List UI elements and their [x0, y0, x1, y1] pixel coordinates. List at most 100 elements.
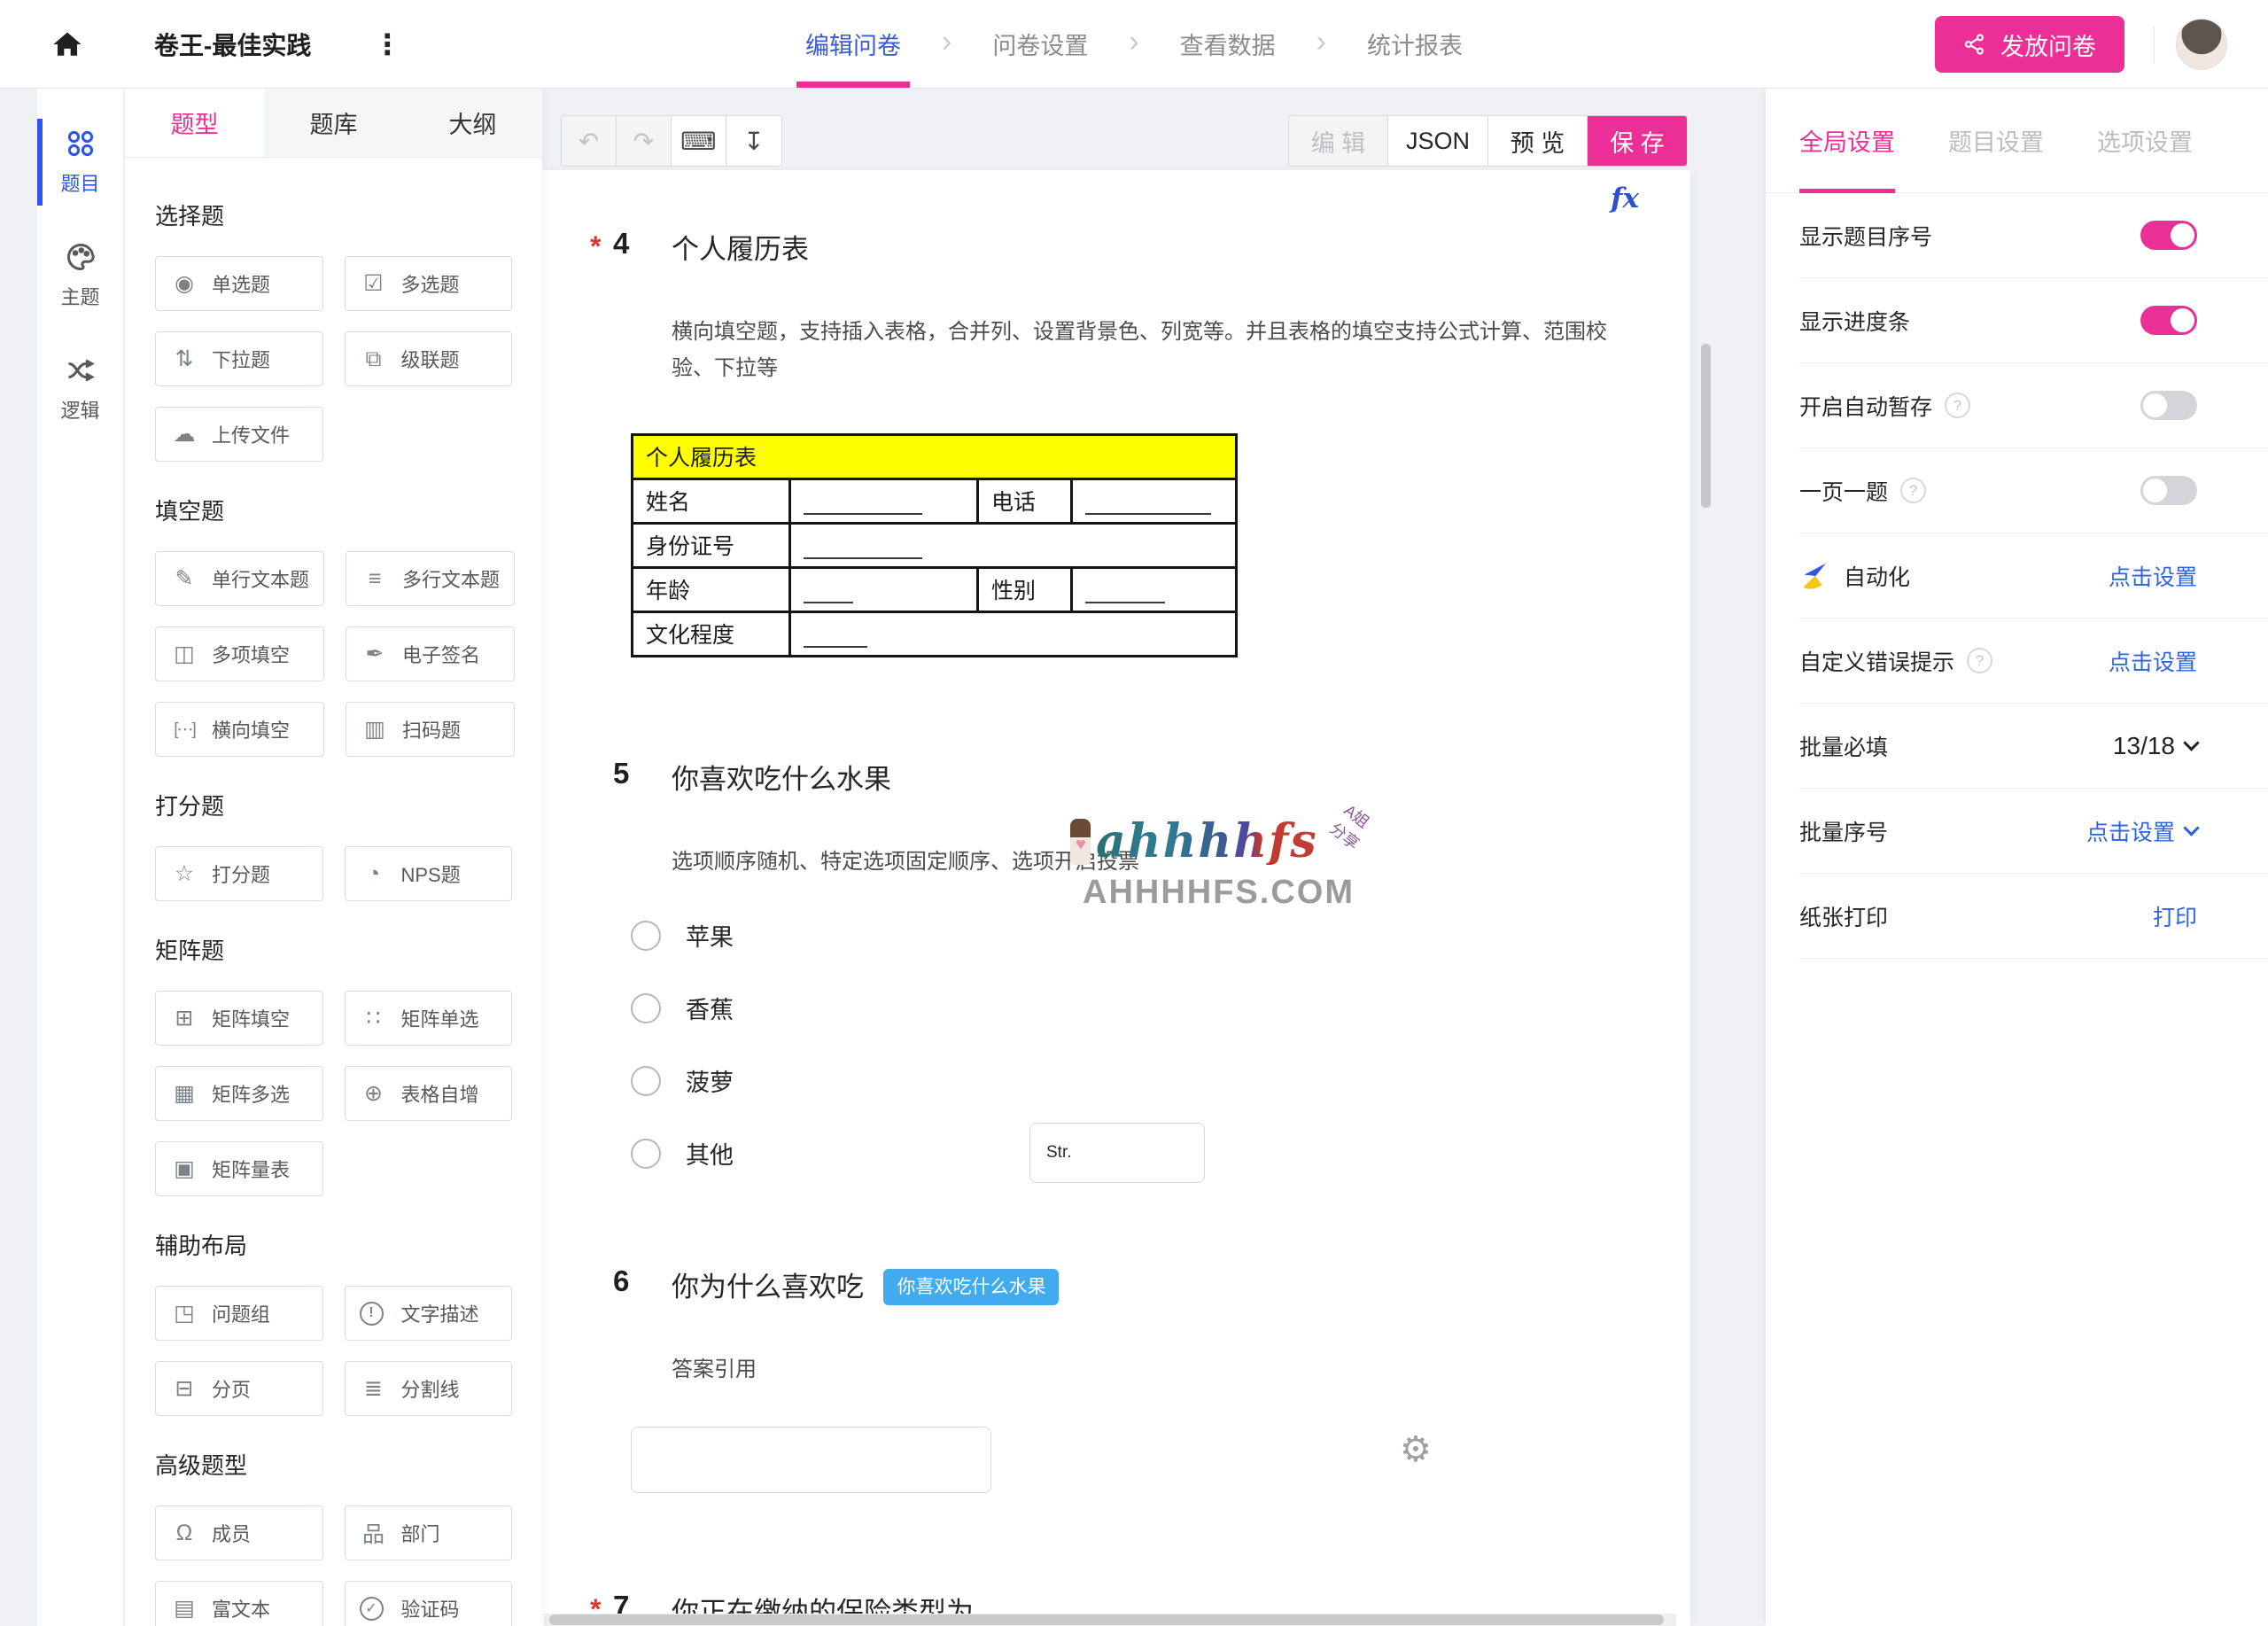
radio-icon[interactable]: [631, 992, 661, 1023]
batch-required-dropdown[interactable]: 13/18: [2113, 732, 2200, 760]
other-option-input[interactable]: Str.: [1029, 1122, 1205, 1183]
radio-icon[interactable]: [631, 920, 661, 951]
rail-item-logic[interactable]: 逻辑: [37, 349, 123, 429]
type-button-cascade[interactable]: ⧉ 级联题: [344, 331, 512, 386]
publish-survey-button[interactable]: 发放问卷: [1935, 16, 2124, 73]
type-button-dropdown[interactable]: ⇅ 下拉题: [155, 331, 323, 386]
home-icon: [53, 32, 82, 56]
option-row[interactable]: 香蕉: [631, 992, 1690, 1025]
type-button-matrix-scale[interactable]: ▣ 矩阵量表: [155, 1141, 323, 1196]
table-blank-cell[interactable]: [788, 521, 1238, 569]
type-button-rating[interactable]: ☆ 打分题: [155, 846, 323, 901]
type-button-horizontal-blank[interactable]: [⋯] 横向填空: [155, 702, 325, 757]
tab-question-types[interactable]: 题型: [125, 89, 264, 157]
mode-edit-button[interactable]: 编 辑: [1288, 116, 1388, 166]
toggle-auto-save[interactable]: [2140, 391, 2197, 420]
automation-setup-link[interactable]: 点击设置: [2109, 560, 2197, 592]
undo-button[interactable]: ↶: [562, 116, 617, 166]
type-button-single-choice[interactable]: ◉ 单选题: [155, 256, 323, 311]
option-row[interactable]: 菠萝: [631, 1064, 1690, 1098]
toggle-show-question-number[interactable]: [2140, 221, 2197, 250]
type-button-rich-text[interactable]: ▤ 富文本: [155, 1581, 323, 1626]
gear-icon[interactable]: ⚙: [1400, 1432, 1432, 1467]
toggle-show-progress-bar[interactable]: [2140, 306, 2197, 335]
option-row-other[interactable]: 其他 Str.: [631, 1122, 1690, 1183]
question-description: 答案引用: [672, 1357, 757, 1381]
help-icon[interactable]: ?: [1967, 648, 1993, 673]
section-title: 矩阵题: [155, 937, 225, 964]
mode-json-button[interactable]: JSON: [1387, 116, 1488, 166]
type-button-nps[interactable]: ◔ NPS题: [344, 846, 512, 901]
radio-icon[interactable]: [631, 1065, 661, 1096]
question-title[interactable]: 你喜欢吃什么水果: [672, 764, 891, 795]
type-button-single-line-text[interactable]: ✎ 单行文本题: [155, 551, 325, 606]
type-button-question-group[interactable]: ◳ 问题组: [155, 1286, 323, 1341]
type-button-signature[interactable]: ✒ 电子签名: [346, 626, 516, 681]
tab-survey-settings[interactable]: 问卷设置: [987, 0, 1093, 88]
chevron-down-icon: [2183, 735, 2200, 751]
question-title[interactable]: 你为什么喜欢吃: [672, 1272, 864, 1303]
rail-item-questions[interactable]: 题目: [37, 119, 123, 206]
answer-input[interactable]: [631, 1427, 991, 1494]
resume-table[interactable]: 个人履历表 姓名 电话 身份证号 年龄 性别 文化程度: [631, 432, 1238, 657]
type-button-file-upload[interactable]: ☁ 上传文件: [155, 407, 323, 462]
type-button-matrix-blank[interactable]: ⊞ 矩阵填空: [155, 991, 323, 1046]
tab-global-settings[interactable]: 全局设置: [1799, 89, 1895, 193]
question-6[interactable]: 6 你为什么喜欢吃 你喜欢吃什么水果 答案引用 ⚙: [542, 1264, 1690, 1494]
tab-edit-survey[interactable]: 编辑问卷: [796, 0, 911, 88]
mode-preview-button[interactable]: 预 览: [1488, 116, 1588, 166]
option-row[interactable]: 苹果: [631, 919, 1690, 953]
vertical-scrollbar[interactable]: [1701, 344, 1711, 508]
table-blank-cell[interactable]: [788, 610, 1238, 657]
import-button[interactable]: ↧: [726, 116, 781, 166]
tab-question-settings[interactable]: 题目设置: [1948, 89, 2044, 193]
shortcut-keyboard-button[interactable]: ⌨: [672, 116, 726, 166]
table-blank-cell[interactable]: [1070, 565, 1238, 613]
type-button-captcha[interactable]: ✓ 验证码: [344, 1581, 512, 1626]
divider: [2154, 27, 2155, 64]
table-blank-cell[interactable]: [1070, 477, 1238, 525]
pencil-icon: ✎: [175, 566, 194, 591]
rail-item-theme[interactable]: 主题: [37, 236, 123, 315]
type-button-multi-blank[interactable]: ◫ 多项填空: [155, 626, 325, 681]
type-button-divider-line[interactable]: ≣ 分割线: [344, 1361, 512, 1416]
horizontal-scrollbar[interactable]: [549, 1614, 1664, 1625]
print-link[interactable]: 打印: [2153, 900, 2197, 932]
table-blank-cell[interactable]: [788, 477, 979, 525]
type-button-member[interactable]: Ω 成员: [155, 1505, 323, 1560]
type-button-page-break[interactable]: ⊟ 分页: [155, 1361, 323, 1416]
help-icon[interactable]: ?: [1900, 478, 1927, 503]
redo-button[interactable]: ↷: [617, 116, 672, 166]
answer-reference-tag[interactable]: 你喜欢吃什么水果: [883, 1268, 1060, 1305]
tab-question-bank[interactable]: 题库: [264, 89, 403, 157]
tab-option-settings[interactable]: 选项设置: [2097, 89, 2193, 193]
type-button-text-description[interactable]: ! 文字描述: [344, 1286, 512, 1341]
radio-icon[interactable]: [631, 1138, 661, 1169]
type-button-auto-grow-table[interactable]: ⊕ 表格自增: [344, 1066, 512, 1121]
type-button-multi-line-text[interactable]: ≡ 多行文本题: [346, 551, 516, 606]
home-button[interactable]: [50, 27, 85, 62]
rich-text-icon: ▤: [174, 1596, 195, 1621]
redo-icon: ↷: [633, 127, 655, 155]
help-icon[interactable]: ?: [1945, 393, 1971, 418]
question-title[interactable]: 个人履历表: [672, 234, 809, 265]
tab-view-data[interactable]: 查看数据: [1175, 0, 1281, 88]
type-button-scan-code[interactable]: ▥ 扫码题: [346, 702, 516, 757]
batch-numbering-setup-link[interactable]: 点击设置: [2086, 815, 2200, 847]
type-button-matrix-radio[interactable]: ∷ 矩阵单选: [344, 991, 512, 1046]
question-4[interactable]: * 4 个人履历表 横向填空题，支持插入表格，合并列、设置背景色、列宽等。并且表…: [542, 227, 1690, 657]
avatar[interactable]: [2176, 19, 2227, 70]
question-5[interactable]: 5 你喜欢吃什么水果 选项顺序随机、特定选项固定顺序、选项开启投票 苹果 香蕉 …: [542, 757, 1690, 1183]
topbar: 卷王-最佳实践 ⋮ 编辑问卷 › 问卷设置 › 查看数据 › 统计报表 发放问卷: [0, 0, 2268, 89]
type-button-matrix-checkbox[interactable]: ▦ 矩阵多选: [155, 1066, 323, 1121]
tab-outline[interactable]: 大纲: [403, 89, 542, 157]
type-button-multi-choice[interactable]: ☑ 多选题: [344, 256, 512, 311]
custom-error-setup-link[interactable]: 点击设置: [2109, 645, 2197, 677]
tab-statistics-report[interactable]: 统计报表: [1362, 0, 1468, 88]
type-button-department[interactable]: 品部门: [344, 1505, 512, 1560]
table-blank-cell[interactable]: [788, 565, 979, 613]
toggle-one-question-per-page[interactable]: [2140, 476, 2197, 505]
formula-fx-icon[interactable]: fx: [1611, 183, 1639, 214]
more-menu-button[interactable]: ⋮: [373, 30, 401, 58]
save-button[interactable]: 保 存: [1588, 116, 1687, 166]
